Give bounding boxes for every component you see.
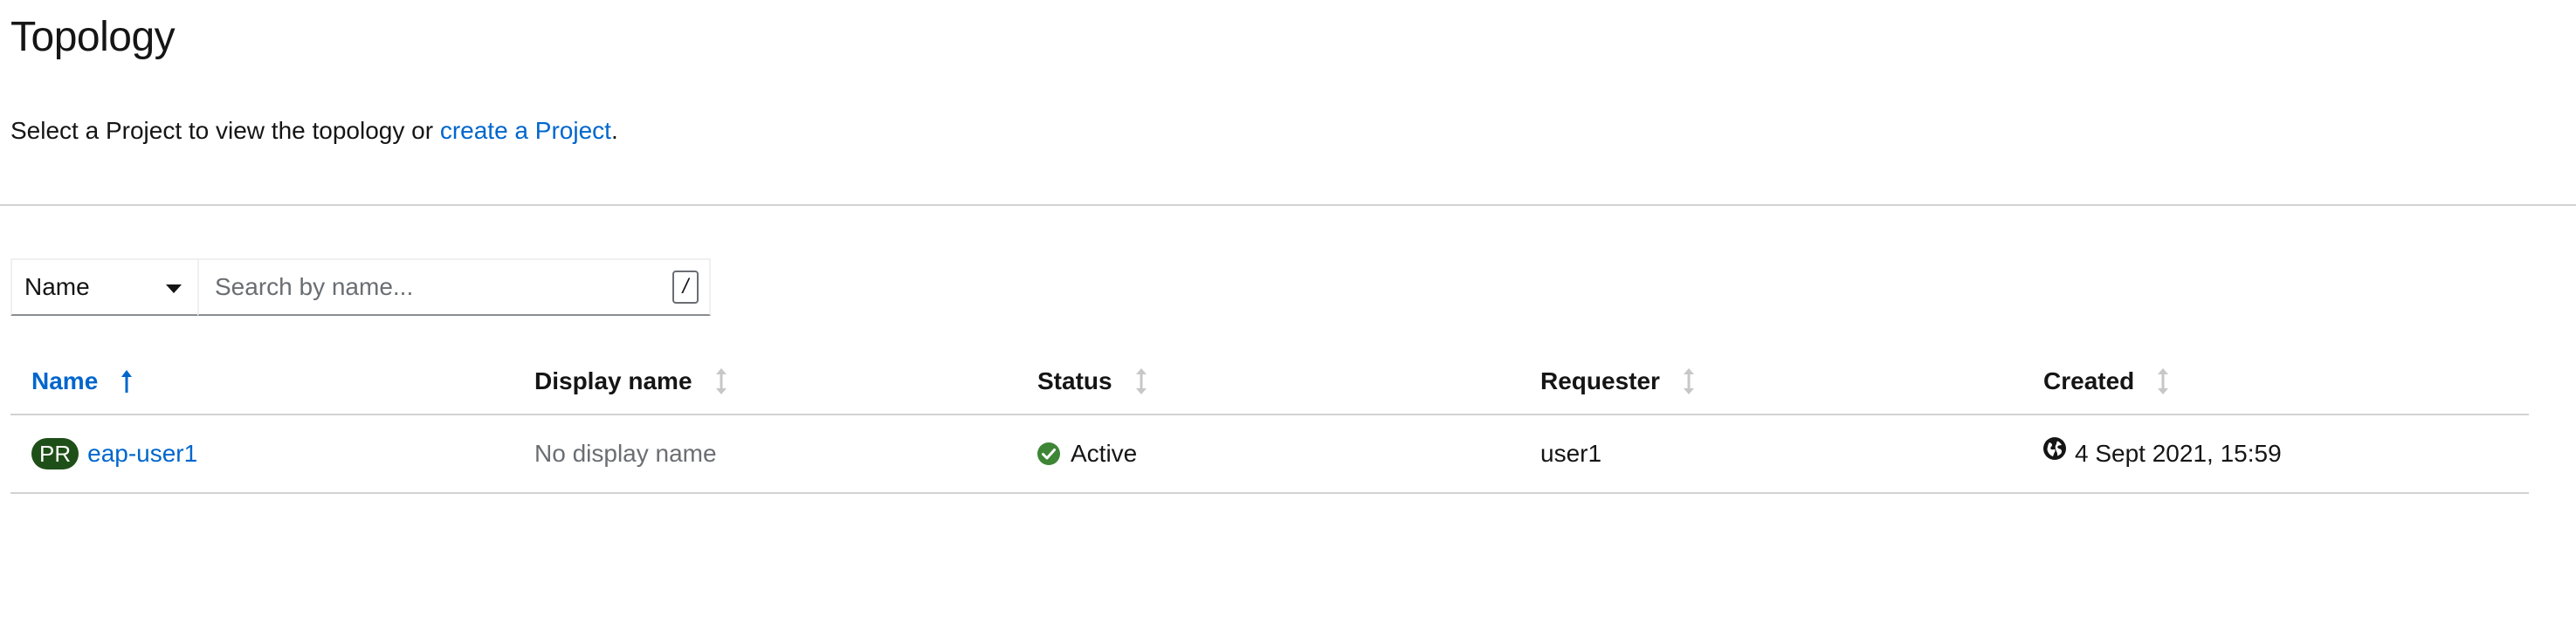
projects-table: Name Display name Status Requester Creat…: [10, 349, 2529, 494]
search-input[interactable]: [213, 272, 672, 302]
sort-icon: [2157, 368, 2169, 394]
column-header-name[interactable]: Name: [10, 367, 513, 395]
arrow-up-icon: [121, 370, 133, 393]
column-header-status[interactable]: Status: [1016, 367, 1519, 395]
created-timestamp: 4 Sept 2021, 15:59: [2075, 440, 2282, 467]
column-header-display-name[interactable]: Display name: [513, 367, 1016, 395]
section-divider: [0, 204, 2576, 206]
column-header-requester[interactable]: Requester: [1519, 367, 2022, 395]
column-label: Name: [31, 367, 99, 394]
column-label: Display name: [534, 367, 692, 394]
column-label: Status: [1037, 367, 1112, 394]
intro-message: Select a Project to view the topology or…: [10, 113, 618, 148]
cell-display-name: No display name: [534, 440, 717, 467]
sort-icon: [1135, 368, 1147, 394]
filter-type-dropdown[interactable]: Name: [10, 258, 199, 316]
table-row: PR eap-user1 No display name Active user…: [10, 415, 2529, 494]
project-badge: PR: [31, 438, 79, 469]
filter-toolbar: Name /: [10, 258, 711, 316]
topology-page: Topology Select a Project to view the to…: [0, 0, 2576, 644]
keyboard-shortcut-hint: /: [672, 271, 699, 304]
table-header: Name Display name Status Requester Creat…: [10, 349, 2529, 415]
create-project-link[interactable]: create a Project: [440, 117, 611, 144]
intro-text: Select a Project to view the topology or: [10, 117, 440, 144]
caret-down-icon: [166, 284, 182, 293]
status-text: Active: [1071, 440, 1138, 467]
globe-icon: [2043, 437, 2066, 460]
column-label: Created: [2043, 367, 2135, 394]
cell-name: PR eap-user1: [10, 438, 513, 469]
sort-icon: [1683, 368, 1695, 394]
cell-requester: user1: [1540, 440, 1602, 467]
intro-suffix: .: [610, 117, 618, 144]
sort-icon: [715, 368, 727, 394]
cell-status: Active: [1016, 440, 1519, 468]
search-box: /: [197, 258, 711, 316]
filter-type-label: Name: [24, 273, 90, 300]
column-header-created[interactable]: Created: [2022, 367, 2525, 395]
project-link[interactable]: eap-user1: [87, 440, 197, 468]
column-label: Requester: [1540, 367, 1660, 394]
page-title: Topology: [10, 14, 176, 60]
check-circle-icon: [1037, 442, 1060, 465]
cell-created: 4 Sept 2021, 15:59: [2022, 437, 2525, 468]
